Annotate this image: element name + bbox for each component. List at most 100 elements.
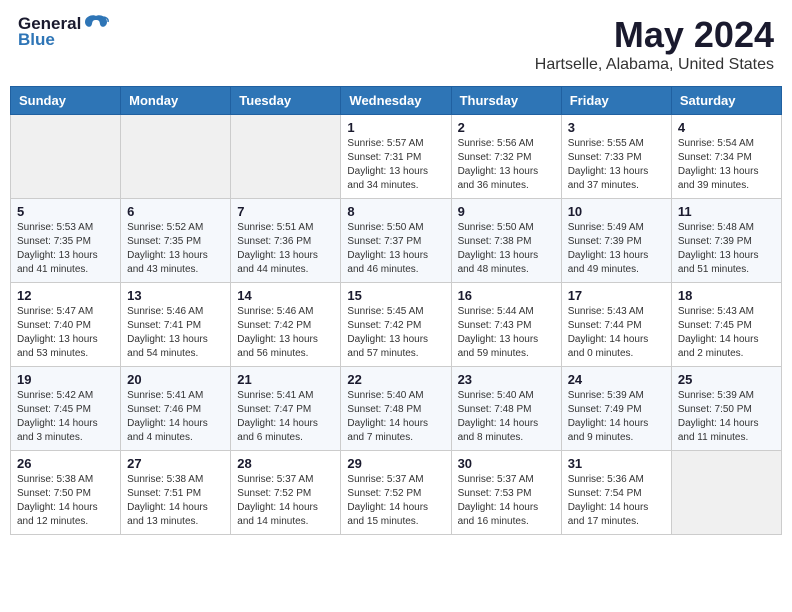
calendar-cell: 28Sunrise: 5:37 AM Sunset: 7:52 PM Dayli… xyxy=(231,451,341,535)
day-info: Sunrise: 5:43 AM Sunset: 7:44 PM Dayligh… xyxy=(568,305,665,361)
calendar-cell: 23 Sunrise: 5:40 AM Sunset: 7:48 PM Dayli… xyxy=(451,367,561,451)
day-info: Sunrise: 5:52 AM Sunset: 7:35 PM Dayligh… xyxy=(127,221,224,277)
day-info: Sunrise: 5:40 AM Sunset: 7:48 PM Dayligh… xyxy=(458,389,555,445)
day-number: 7 xyxy=(237,204,334,219)
day-number: 9 xyxy=(458,204,555,219)
page-subtitle: Hartselle, Alabama, United States xyxy=(535,56,774,74)
day-info: Sunrise: 5:38 AM Sunset: 7:51 PM Dayligh… xyxy=(127,473,224,529)
day-info: Sunrise: 5:42 AM Sunset: 7:45 PM Dayligh… xyxy=(17,389,114,445)
calendar-cell: 19 Sunrise: 5:42 AM Sunset: 7:45 PM Dayli… xyxy=(11,367,121,451)
day-info: Sunrise: 5:36 AM Sunset: 7:54 PM Dayligh… xyxy=(568,473,665,529)
calendar-cell xyxy=(231,115,341,199)
day-number: 16 xyxy=(458,288,555,303)
day-info: Sunrise: 5:38 AM Sunset: 7:50 PM Dayligh… xyxy=(17,473,114,529)
calendar-cell xyxy=(121,115,231,199)
day-number: 8 xyxy=(347,204,444,219)
calendar-cell: 10 Sunrise: 5:49 AM Sunset: 7:39 PM Dayli… xyxy=(561,199,671,283)
day-number: 22 xyxy=(347,372,444,387)
logo-blue-text: Blue xyxy=(18,30,55,50)
day-number: 15 xyxy=(347,288,444,303)
calendar-cell: 7 Sunrise: 5:51 AM Sunset: 7:36 PM Daylig… xyxy=(231,199,341,283)
page-header: General Blue May 2024 Hartselle, Alabama… xyxy=(10,10,782,78)
day-info: Sunrise: 5:55 AM Sunset: 7:33 PM Dayligh… xyxy=(568,137,665,193)
title-section: May 2024 Hartselle, Alabama, United Stat… xyxy=(535,14,774,74)
week-row-2: 5Sunrise: 5:53 AM Sunset: 7:35 PM Daylig… xyxy=(11,199,782,283)
calendar-cell: 16 Sunrise: 5:44 AM Sunset: 7:43 PM Dayli… xyxy=(451,283,561,367)
calendar-cell: 20Sunrise: 5:41 AM Sunset: 7:46 PM Dayli… xyxy=(121,367,231,451)
day-info: Sunrise: 5:41 AM Sunset: 7:47 PM Dayligh… xyxy=(237,389,334,445)
day-number: 24 xyxy=(568,372,665,387)
week-row-5: 26 Sunrise: 5:38 AM Sunset: 7:50 PM Dayli… xyxy=(11,451,782,535)
day-info: Sunrise: 5:49 AM Sunset: 7:39 PM Dayligh… xyxy=(568,221,665,277)
day-info: Sunrise: 5:54 AM Sunset: 7:34 PM Dayligh… xyxy=(678,137,775,193)
calendar-cell: 6 Sunrise: 5:52 AM Sunset: 7:35 PM Daylig… xyxy=(121,199,231,283)
col-tuesday: Tuesday xyxy=(231,87,341,115)
calendar-header-row: Sunday Monday Tuesday Wednesday Thursday… xyxy=(11,87,782,115)
calendar-cell: 5Sunrise: 5:53 AM Sunset: 7:35 PM Daylig… xyxy=(11,199,121,283)
day-number: 17 xyxy=(568,288,665,303)
day-number: 30 xyxy=(458,456,555,471)
col-saturday: Saturday xyxy=(671,87,781,115)
day-number: 13 xyxy=(127,288,224,303)
col-thursday: Thursday xyxy=(451,87,561,115)
day-info: Sunrise: 5:47 AM Sunset: 7:40 PM Dayligh… xyxy=(17,305,114,361)
calendar-cell: 29Sunrise: 5:37 AM Sunset: 7:52 PM Dayli… xyxy=(341,451,451,535)
day-number: 18 xyxy=(678,288,775,303)
calendar-cell: 13 Sunrise: 5:46 AM Sunset: 7:41 PM Dayli… xyxy=(121,283,231,367)
calendar-cell: 31 Sunrise: 5:36 AM Sunset: 7:54 PM Dayli… xyxy=(561,451,671,535)
calendar-cell: 21 Sunrise: 5:41 AM Sunset: 7:47 PM Dayli… xyxy=(231,367,341,451)
calendar-cell: 2Sunrise: 5:56 AM Sunset: 7:32 PM Daylig… xyxy=(451,115,561,199)
day-number: 6 xyxy=(127,204,224,219)
day-number: 5 xyxy=(17,204,114,219)
logo-bird-icon xyxy=(83,14,109,34)
calendar-cell: 25 Sunrise: 5:39 AM Sunset: 7:50 PM Dayli… xyxy=(671,367,781,451)
day-number: 25 xyxy=(678,372,775,387)
page-title: May 2024 xyxy=(535,14,774,56)
day-number: 10 xyxy=(568,204,665,219)
calendar-cell xyxy=(11,115,121,199)
calendar-table: Sunday Monday Tuesday Wednesday Thursday… xyxy=(10,86,782,535)
day-number: 29 xyxy=(347,456,444,471)
calendar-cell: 9 Sunrise: 5:50 AM Sunset: 7:38 PM Daylig… xyxy=(451,199,561,283)
day-info: Sunrise: 5:39 AM Sunset: 7:49 PM Dayligh… xyxy=(568,389,665,445)
calendar-cell: 8Sunrise: 5:50 AM Sunset: 7:37 PM Daylig… xyxy=(341,199,451,283)
day-number: 26 xyxy=(17,456,114,471)
calendar-cell: 30 Sunrise: 5:37 AM Sunset: 7:53 PM Dayli… xyxy=(451,451,561,535)
calendar-cell: 12 Sunrise: 5:47 AM Sunset: 7:40 PM Dayli… xyxy=(11,283,121,367)
day-info: Sunrise: 5:48 AM Sunset: 7:39 PM Dayligh… xyxy=(678,221,775,277)
day-number: 19 xyxy=(17,372,114,387)
day-number: 27 xyxy=(127,456,224,471)
day-info: Sunrise: 5:40 AM Sunset: 7:48 PM Dayligh… xyxy=(347,389,444,445)
calendar-cell: 14Sunrise: 5:46 AM Sunset: 7:42 PM Dayli… xyxy=(231,283,341,367)
calendar-cell xyxy=(671,451,781,535)
week-row-3: 12 Sunrise: 5:47 AM Sunset: 7:40 PM Dayli… xyxy=(11,283,782,367)
calendar-cell: 18Sunrise: 5:43 AM Sunset: 7:45 PM Dayli… xyxy=(671,283,781,367)
calendar-cell: 24 Sunrise: 5:39 AM Sunset: 7:49 PM Dayli… xyxy=(561,367,671,451)
day-info: Sunrise: 5:50 AM Sunset: 7:38 PM Dayligh… xyxy=(458,221,555,277)
col-monday: Monday xyxy=(121,87,231,115)
day-info: Sunrise: 5:37 AM Sunset: 7:52 PM Dayligh… xyxy=(237,473,334,529)
calendar-cell: 3 Sunrise: 5:55 AM Sunset: 7:33 PM Daylig… xyxy=(561,115,671,199)
logo: General Blue xyxy=(18,14,109,50)
day-info: Sunrise: 5:39 AM Sunset: 7:50 PM Dayligh… xyxy=(678,389,775,445)
week-row-1: 1Sunrise: 5:57 AM Sunset: 7:31 PM Daylig… xyxy=(11,115,782,199)
day-number: 31 xyxy=(568,456,665,471)
calendar-cell: 26 Sunrise: 5:38 AM Sunset: 7:50 PM Dayli… xyxy=(11,451,121,535)
day-number: 3 xyxy=(568,120,665,135)
day-info: Sunrise: 5:51 AM Sunset: 7:36 PM Dayligh… xyxy=(237,221,334,277)
day-number: 12 xyxy=(17,288,114,303)
day-number: 23 xyxy=(458,372,555,387)
calendar-cell: 27 Sunrise: 5:38 AM Sunset: 7:51 PM Dayli… xyxy=(121,451,231,535)
day-info: Sunrise: 5:56 AM Sunset: 7:32 PM Dayligh… xyxy=(458,137,555,193)
day-number: 20 xyxy=(127,372,224,387)
day-info: Sunrise: 5:37 AM Sunset: 7:53 PM Dayligh… xyxy=(458,473,555,529)
calendar-cell: 4 Sunrise: 5:54 AM Sunset: 7:34 PM Daylig… xyxy=(671,115,781,199)
day-number: 21 xyxy=(237,372,334,387)
week-row-4: 19 Sunrise: 5:42 AM Sunset: 7:45 PM Dayli… xyxy=(11,367,782,451)
day-info: Sunrise: 5:45 AM Sunset: 7:42 PM Dayligh… xyxy=(347,305,444,361)
day-info: Sunrise: 5:44 AM Sunset: 7:43 PM Dayligh… xyxy=(458,305,555,361)
day-info: Sunrise: 5:46 AM Sunset: 7:41 PM Dayligh… xyxy=(127,305,224,361)
calendar-cell: 11Sunrise: 5:48 AM Sunset: 7:39 PM Dayli… xyxy=(671,199,781,283)
day-number: 4 xyxy=(678,120,775,135)
calendar-cell: 17 Sunrise: 5:43 AM Sunset: 7:44 PM Dayli… xyxy=(561,283,671,367)
